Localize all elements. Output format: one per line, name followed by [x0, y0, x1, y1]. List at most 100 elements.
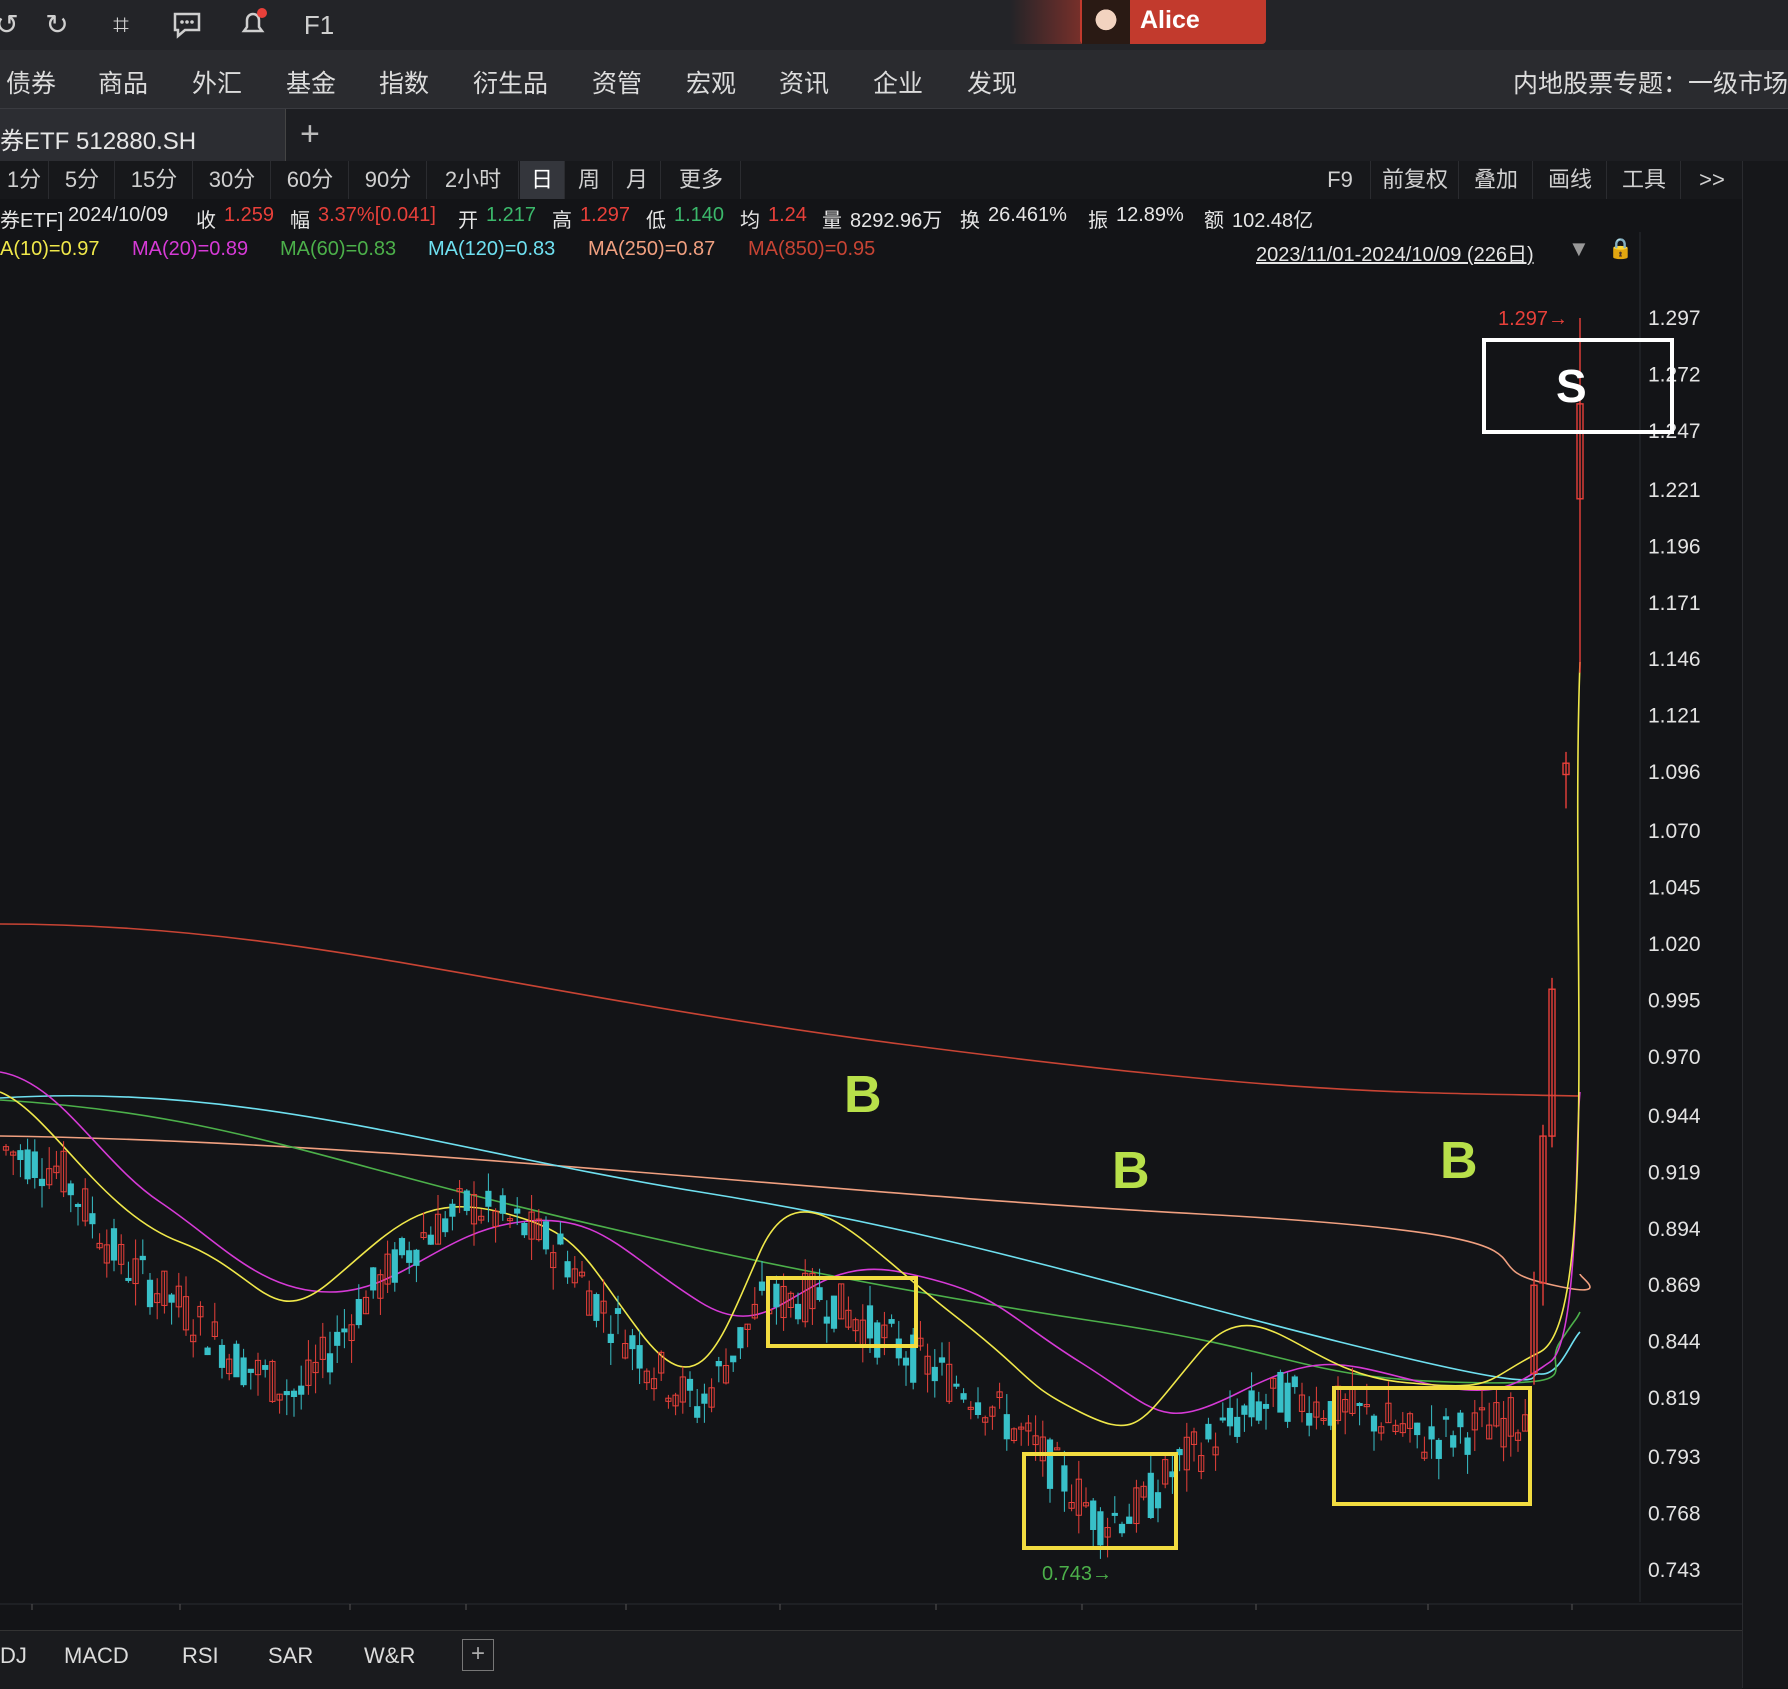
candle-body — [1435, 1439, 1442, 1459]
menu-item-macro[interactable]: 宏观 — [686, 64, 736, 100]
y-tick-label: 0.768 — [1648, 1503, 1701, 1526]
y-tick-label: 0.894 — [1648, 1218, 1701, 1241]
f1-icon[interactable]: F1 — [300, 6, 338, 44]
add-indicator-button[interactable]: + — [462, 1639, 494, 1671]
open-value: 1.217 — [486, 204, 537, 226]
menu-item-forex[interactable]: 外汇 — [192, 64, 242, 100]
candle-body — [334, 1331, 341, 1346]
y-tick-label: 0.995 — [1648, 989, 1701, 1012]
y-tick-label: 1.297 — [1648, 307, 1701, 330]
y-tick-label: 0.819 — [1648, 1387, 1701, 1410]
indicator-tab-sar[interactable]: SAR — [268, 1643, 313, 1669]
menu-item-asset-mgmt[interactable]: 资管 — [592, 64, 642, 100]
overlay-button[interactable]: 叠加 — [1460, 161, 1533, 199]
period-1min[interactable]: 1分 — [0, 161, 49, 199]
indicator-tab-macd[interactable]: MACD — [64, 1643, 129, 1669]
y-tick-label: 1.121 — [1648, 705, 1701, 728]
period-15min[interactable]: 15分 — [116, 161, 193, 199]
candle-body — [24, 1149, 31, 1180]
user-pill-fade — [1010, 0, 1090, 44]
menu-topic-link[interactable]: 内地股票专题：一级市场 — [1513, 64, 1788, 100]
candlestick-chart[interactable]: 1.2971.2721.2471.2211.1961.1711.1461.121… — [0, 232, 1742, 1610]
candle-body — [233, 1343, 240, 1378]
period-5min[interactable]: 5分 — [50, 161, 115, 199]
bell-icon[interactable] — [234, 6, 272, 44]
y-tick-label: 0.743 — [1648, 1559, 1701, 1582]
indicator-tabs: DJ MACD RSI SAR W&R + — [0, 1630, 1742, 1689]
avg-value: 1.24 — [768, 204, 807, 226]
candle-body — [564, 1261, 571, 1278]
menu-item-discover[interactable]: 发现 — [967, 64, 1017, 100]
candle-body — [974, 1402, 982, 1416]
period-day[interactable]: 日 — [520, 161, 565, 199]
f9-button[interactable]: F9 — [1310, 161, 1371, 199]
high-price-marker: 1.297→ — [1498, 308, 1568, 330]
period-month[interactable]: 月 — [614, 161, 661, 199]
expand-button[interactable]: >> — [1682, 161, 1742, 199]
forward-adjust-button[interactable]: 前复权 — [1372, 161, 1459, 199]
candle-body — [1284, 1382, 1291, 1422]
candle-body — [427, 1234, 434, 1245]
user-name[interactable]: Alice — [1140, 6, 1200, 35]
add-tab-button[interactable]: + — [300, 115, 320, 154]
menu-item-enterprise[interactable]: 企业 — [873, 64, 923, 100]
redo-icon[interactable]: ↻ — [38, 6, 76, 44]
menu-item-news[interactable]: 资讯 — [779, 64, 829, 100]
menu-item-derivatives[interactable]: 衍生品 — [473, 64, 548, 100]
candle-body — [298, 1385, 305, 1395]
tab-securities-etf[interactable]: 券ETF 512880.SH — [0, 109, 286, 161]
amp-label: 振 — [1088, 210, 1108, 232]
menu-item-bonds[interactable]: 债券 — [6, 64, 56, 100]
period-90min[interactable]: 90分 — [350, 161, 427, 199]
candle-body — [694, 1406, 701, 1418]
candle-body — [1442, 1416, 1450, 1420]
candle-body — [953, 1383, 960, 1387]
menu-item-indices[interactable]: 指数 — [379, 64, 429, 100]
low-price-marker: 0.743→ — [1042, 1563, 1112, 1585]
b-signal-label: B — [1440, 1132, 1478, 1190]
candle-body — [823, 1316, 830, 1324]
period-2hour[interactable]: 2小时 — [428, 161, 519, 199]
candle-body — [1090, 1500, 1097, 1530]
candle-body — [290, 1390, 298, 1397]
candle-body — [593, 1294, 600, 1321]
period-more[interactable]: 更多 — [662, 161, 741, 199]
candle-body — [485, 1190, 492, 1207]
indicator-tab-wr[interactable]: W&R — [364, 1643, 415, 1669]
tab-bar: 券ETF 512880.SH + — [0, 109, 1788, 161]
vol-value: 8292.96万 — [850, 210, 943, 232]
candle-body — [1457, 1412, 1464, 1428]
ma850-line — [0, 923, 1581, 1097]
tools-button[interactable]: 工具 — [1608, 161, 1681, 199]
menu-item-commodities[interactable]: 商品 — [98, 64, 148, 100]
candle-body — [521, 1222, 528, 1236]
back-icon[interactable]: ↺ — [0, 6, 26, 44]
chat-icon[interactable] — [168, 6, 206, 44]
candle-body — [1291, 1376, 1298, 1388]
candle-body — [413, 1249, 420, 1266]
candle-body — [614, 1308, 622, 1314]
high-label: 高 — [552, 210, 572, 232]
indicator-tab-rsi[interactable]: RSI — [182, 1643, 219, 1669]
candle-body — [38, 1178, 46, 1187]
candle-body — [542, 1221, 550, 1250]
draw-line-button[interactable]: 画线 — [1534, 161, 1607, 199]
indicator-tab-dj[interactable]: DJ — [0, 1643, 27, 1669]
avatar[interactable] — [1082, 0, 1130, 44]
candle-body — [247, 1368, 254, 1373]
y-tick-label: 0.919 — [1648, 1161, 1701, 1184]
candle-body — [341, 1328, 348, 1333]
candle-body — [737, 1327, 744, 1349]
period-30min[interactable]: 30分 — [194, 161, 271, 199]
candle-body — [1226, 1407, 1234, 1427]
period-week[interactable]: 周 — [566, 161, 613, 199]
period-bar: 1分 5分 15分 30分 60分 90分 2小时 日 周 月 更多 F9 前复… — [0, 161, 1742, 199]
top-toolbar: ↺ ↻ ⌗ F1 Alice — [0, 0, 1788, 50]
crop-icon[interactable]: ⌗ — [102, 6, 140, 44]
menu-item-funds[interactable]: 基金 — [286, 64, 336, 100]
y-tick-label: 1.196 — [1648, 535, 1701, 558]
y-tick-label: 0.970 — [1648, 1046, 1701, 1069]
period-60min[interactable]: 60分 — [272, 161, 349, 199]
candle-body — [931, 1366, 938, 1382]
candle-body — [326, 1353, 334, 1373]
